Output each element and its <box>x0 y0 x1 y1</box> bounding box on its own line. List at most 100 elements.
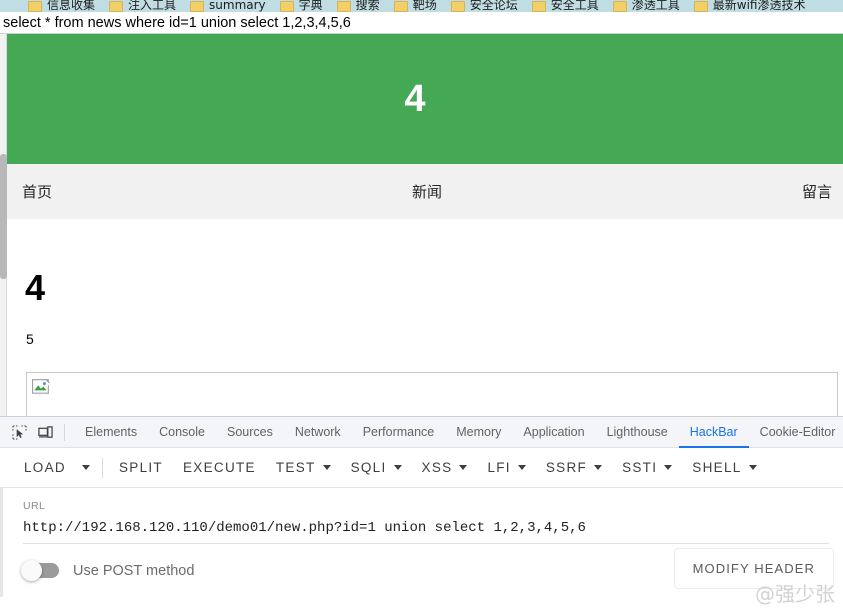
hackbar-button-label: XSS <box>421 460 453 475</box>
bookmark-label: 信息收集 <box>47 0 96 12</box>
broken-image-icon <box>32 379 50 394</box>
hackbar-execute-button[interactable]: EXECUTE <box>173 460 266 475</box>
chevron-down-icon <box>322 465 331 470</box>
devtools-toolbar-separator <box>64 423 65 441</box>
chevron-down-icon <box>748 465 757 470</box>
folder-icon <box>279 0 294 12</box>
browser-window: 信息收集 注入工具 summary 字典 搜索 靶场 安全论坛 安全工具 渗透工具 最新wifi渗… <box>0 0 843 615</box>
page-scrollbar[interactable] <box>0 34 7 416</box>
bookmark-label: 渗透工具 <box>631 0 680 12</box>
hackbar-toolbar: LOAD SPLIT EXECUTE TEST SQLI XSS LFI SSRF SSTI SH… <box>0 448 843 488</box>
bookmarks-bar: 信息收集 注入工具 summary 字典 搜索 靶场 安全论坛 安全工具 渗透工具 最新wifi渗… <box>0 0 843 12</box>
devtools-tab-sources[interactable]: Sources <box>216 417 284 448</box>
device-toolbar-icon[interactable] <box>32 419 58 445</box>
hackbar-shell-button[interactable]: SHELL <box>682 460 766 475</box>
content-image-frame <box>26 372 838 416</box>
content-heading: 4 <box>25 267 46 308</box>
inspect-element-icon[interactable] <box>6 419 32 445</box>
bookmark-label: 字典 <box>298 0 323 12</box>
bookmark-item[interactable]: 搜索 <box>336 0 380 12</box>
hackbar-button-label: LOAD <box>24 460 66 475</box>
use-post-method-toggle[interactable] <box>21 560 59 581</box>
hackbar-button-label: SPLIT <box>118 460 163 475</box>
bookmark-item[interactable]: 靶场 <box>393 0 437 12</box>
nav-item-news[interactable]: 新闻 <box>412 181 442 202</box>
bookmark-label: 安全论坛 <box>469 0 518 12</box>
site-navbar: 首页 新闻 留言 <box>7 164 843 219</box>
sql-query-text: select * from news where id=1 union sele… <box>3 14 351 31</box>
folder-icon <box>612 0 627 12</box>
devtools-tab-cookie-editor[interactable]: Cookie-Editor <box>749 417 843 448</box>
modify-header-button[interactable]: MODIFY HEADER <box>673 548 834 589</box>
devtools-tab-network[interactable]: Network <box>284 417 352 448</box>
hackbar-split-button[interactable]: SPLIT <box>109 460 173 475</box>
hackbar-button-label: SQLI <box>350 460 387 475</box>
devtools-tabbar: Elements Console Sources Network Performance… <box>0 417 843 448</box>
page-content: 4 5 <box>7 219 843 416</box>
page-scrollbar-thumb[interactable] <box>0 154 7 279</box>
bookmark-label: summary <box>209 0 266 12</box>
hackbar-button-label: EXECUTE <box>182 460 256 475</box>
bookmark-item[interactable]: 注入工具 <box>109 0 176 12</box>
hackbar-sqli-button[interactable]: SQLI <box>341 460 412 475</box>
folder-icon <box>450 0 465 12</box>
hackbar-url-field[interactable]: URL http://192.168.120.110/demo01/new.ph… <box>0 488 843 544</box>
bookmark-label: 最新wifi渗透技术 <box>712 0 806 12</box>
chevron-down-icon <box>664 465 673 470</box>
nav-item-home[interactable]: 首页 <box>22 181 52 202</box>
chevron-down-icon <box>393 465 402 470</box>
hackbar-ssti-button[interactable]: SSTI <box>612 460 682 475</box>
hackbar-lfi-button[interactable]: LFI <box>477 460 535 475</box>
hackbar-button-label: SHELL <box>692 460 742 475</box>
bookmark-item[interactable]: 信息收集 <box>28 0 95 12</box>
bookmark-label: 注入工具 <box>128 0 177 12</box>
folder-icon <box>531 0 546 12</box>
hackbar-ssrf-button[interactable]: SSRF <box>536 460 612 475</box>
devtools-tab-list: Elements Console Sources Network Performance… <box>74 417 843 448</box>
hackbar-button-label: SSTI <box>622 460 658 475</box>
toolbar-separator <box>101 457 103 478</box>
hackbar-button-label: TEST <box>275 460 316 475</box>
hackbar-load-button[interactable]: LOAD <box>14 460 76 475</box>
hackbar-button-label: SSRF <box>545 460 588 475</box>
chevron-down-icon <box>459 465 468 470</box>
devtools-tab-hackbar[interactable]: HackBar <box>679 417 749 448</box>
bookmark-item[interactable]: 字典 <box>279 0 323 12</box>
devtools-tab-elements[interactable]: Elements <box>74 417 148 448</box>
content-paragraph: 5 <box>26 331 34 347</box>
devtools-tab-memory[interactable]: Memory <box>445 417 512 448</box>
folder-icon <box>190 0 205 12</box>
banner-title: 4 <box>404 77 426 120</box>
use-post-method-label: Use POST method <box>73 562 195 579</box>
bookmark-item[interactable]: 最新wifi渗透技术 <box>693 0 806 12</box>
hackbar-xss-button[interactable]: XSS <box>412 460 478 475</box>
bookmark-item[interactable]: summary <box>190 0 266 12</box>
chevron-down-icon <box>594 465 603 470</box>
chevron-down-icon <box>81 465 90 470</box>
bookmark-item[interactable]: 安全论坛 <box>450 0 518 12</box>
folder-icon <box>109 0 124 12</box>
devtools-tab-performance[interactable]: Performance <box>352 417 446 448</box>
sql-query-echo: select * from news where id=1 union sele… <box>0 12 843 34</box>
toggle-knob <box>21 560 42 581</box>
hackbar-post-row: Use POST method MODIFY HEADER <box>0 544 843 597</box>
url-label: URL <box>23 500 46 512</box>
nav-item-message[interactable]: 留言 <box>802 181 832 202</box>
hackbar-button-label: LFI <box>487 460 511 475</box>
folder-icon <box>393 0 408 12</box>
load-dropdown-caret[interactable] <box>76 465 96 470</box>
folder-icon <box>28 0 42 12</box>
bookmark-label: 靶场 <box>412 0 437 12</box>
bookmark-label: 安全工具 <box>550 0 599 12</box>
devtools-tab-lighthouse[interactable]: Lighthouse <box>596 417 679 448</box>
bookmark-item[interactable]: 渗透工具 <box>612 0 680 12</box>
hackbar-test-button[interactable]: TEST <box>266 460 341 475</box>
url-input[interactable]: http://192.168.120.110/demo01/new.php?id… <box>23 520 829 536</box>
folder-icon <box>336 0 351 12</box>
bookmark-label: 搜索 <box>355 0 380 12</box>
devtools-panel: Elements Console Sources Network Performance… <box>0 416 843 615</box>
bookmark-item[interactable]: 安全工具 <box>531 0 599 12</box>
chevron-down-icon <box>517 465 526 470</box>
devtools-tab-application[interactable]: Application <box>512 417 595 448</box>
devtools-tab-console[interactable]: Console <box>148 417 216 448</box>
